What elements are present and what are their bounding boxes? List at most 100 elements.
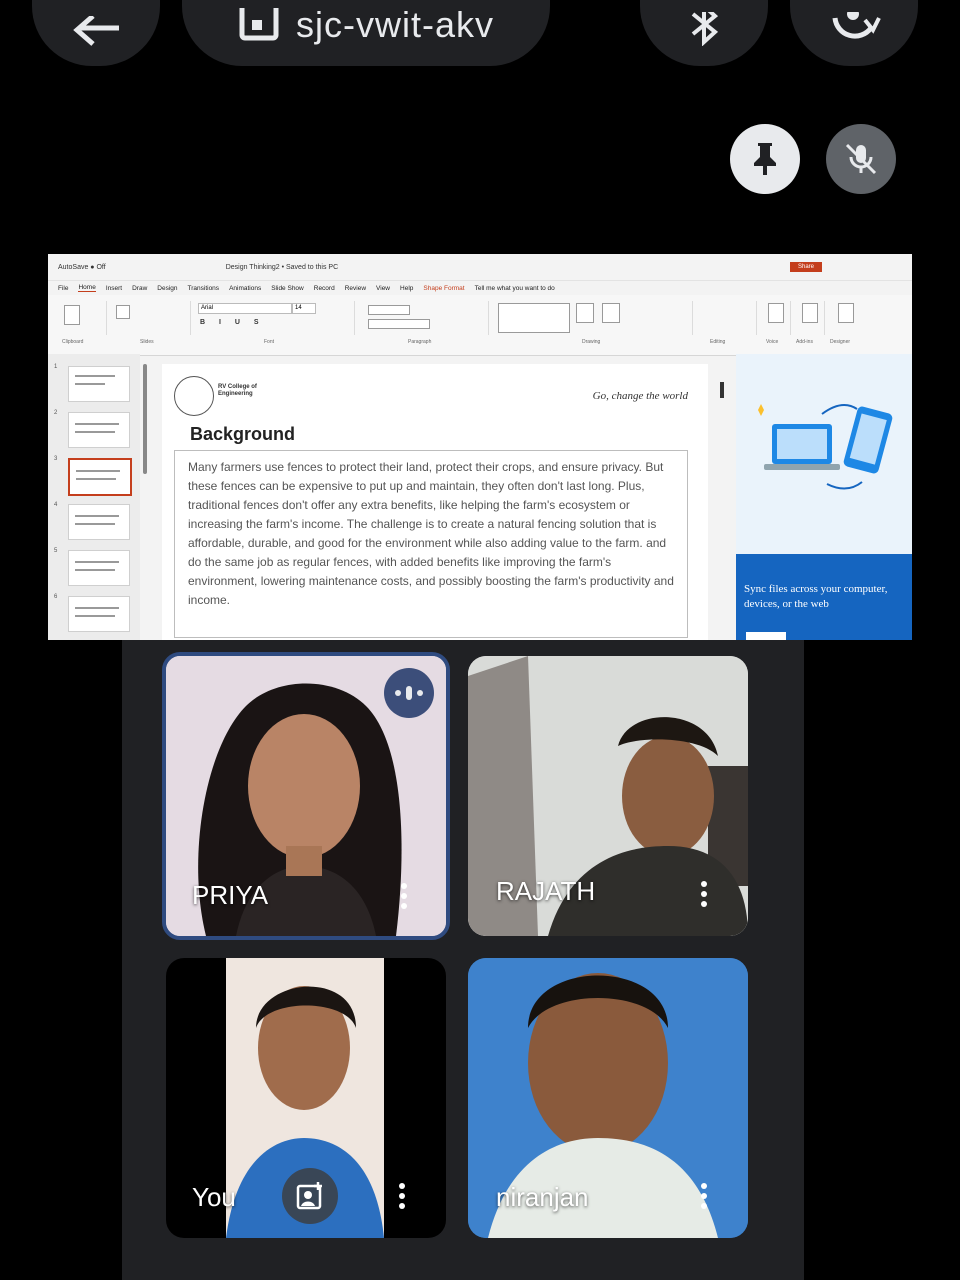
participant-name: You <box>192 1182 236 1212</box>
slide-thumbnail[interactable] <box>68 504 130 540</box>
menu-design[interactable]: Design <box>157 285 177 292</box>
meeting-code-pill[interactable]: sjc-vwit-akv <box>182 0 550 66</box>
ppt-ribbon: Clipboard Slides Arial 14 B I U S Font P… <box>48 295 912 356</box>
arrange-icon[interactable] <box>576 303 594 323</box>
new-slide-icon[interactable] <box>116 305 130 319</box>
slide-body-text[interactable]: Many farmers use fences to protect their… <box>188 458 682 610</box>
ribbon-label-addins: Add-ins <box>796 339 813 345</box>
ribbon-label-clipboard: Clipboard <box>62 339 84 345</box>
participant-name: RAJATH <box>496 876 596 906</box>
slide-thumbnail-selected[interactable] <box>68 458 132 496</box>
font-format-buttons[interactable]: B I U S <box>200 319 265 326</box>
list-buttons[interactable] <box>368 305 410 315</box>
ribbon-group-editing: Editing <box>696 301 757 345</box>
menu-animations[interactable]: Animations <box>229 285 261 292</box>
sync-devices-illustration <box>758 404 893 490</box>
slide-heading[interactable]: Background <box>190 424 295 445</box>
thumbnail-scrollbar[interactable] <box>143 364 147 474</box>
ppt-menu-bar: File Home Insert Draw Design Transitions… <box>48 281 912 295</box>
font-name-box[interactable]: Arial <box>198 303 292 314</box>
slide-canvas[interactable]: RV College of Engineering Go, change the… <box>162 364 708 640</box>
ribbon-group-addins: Add-ins <box>794 301 825 345</box>
slide-number: 6 <box>54 594 58 600</box>
mic-off-icon <box>845 143 877 175</box>
participant-name: PRIYA <box>192 880 269 910</box>
slide-thumbnail[interactable] <box>68 550 130 586</box>
promo-banner: Sync files across your computer, devices… <box>736 554 912 640</box>
top-bar: sjc-vwit-akv <box>0 0 960 90</box>
college-motto: Go, change the world <box>592 390 688 402</box>
slide-thumbnails: 1 2 3 4 5 6 <box>48 354 140 640</box>
menu-insert[interactable]: Insert <box>106 285 122 292</box>
shapes-gallery[interactable] <box>498 303 570 333</box>
addins-icon[interactable] <box>802 303 818 323</box>
more-options-button[interactable] <box>382 1176 422 1216</box>
promo-text: Sync files across your computer, devices… <box>744 583 888 610</box>
more-options-button[interactable] <box>384 876 424 916</box>
pin-button[interactable] <box>730 124 800 194</box>
slide-scrollbar[interactable] <box>720 382 724 398</box>
switch-camera-button[interactable] <box>790 0 918 66</box>
dictate-icon[interactable] <box>768 303 784 323</box>
ribbon-label-designer: Designer <box>830 339 851 345</box>
meeting-info-icon <box>239 8 279 41</box>
ribbon-group-drawing: Drawing <box>492 301 693 345</box>
ribbon-label-paragraph: Paragraph <box>408 339 432 345</box>
participant-name: niranjan <box>496 1182 589 1212</box>
back-button[interactable] <box>32 0 160 66</box>
slide-thumbnail[interactable] <box>68 412 130 448</box>
slide-number: 2 <box>54 410 58 416</box>
ribbon-group-voice: Voice <box>760 301 791 345</box>
menu-review[interactable]: Review <box>345 285 366 292</box>
slide-number: 3 <box>54 456 58 462</box>
ribbon-group-slides: Slides <box>110 301 191 345</box>
participant-tile-self[interactable]: You <box>166 958 446 1238</box>
mute-indicator <box>826 124 896 194</box>
slide-thumbnail[interactable] <box>68 366 130 402</box>
menu-file[interactable]: File <box>58 285 68 292</box>
ribbon-group-paragraph: Paragraph <box>358 301 489 345</box>
powerpoint-window: AutoSave ● Off Design Thinking2 • Saved … <box>48 254 912 640</box>
tell-me-search[interactable]: Tell me what you want to do <box>475 285 555 292</box>
menu-draw[interactable]: Draw <box>132 285 147 292</box>
slide-number: 5 <box>54 548 58 554</box>
visual-effects-button[interactable] <box>282 1168 338 1224</box>
participant-tile-priya[interactable]: PRIYA <box>162 652 450 940</box>
more-options-button[interactable] <box>684 1176 724 1216</box>
visual-effects-icon <box>296 1182 322 1210</box>
menu-view[interactable]: View <box>376 285 390 292</box>
font-size-box[interactable]: 14 <box>292 303 316 314</box>
college-name: RV College of Engineering <box>218 384 257 397</box>
switch-camera-icon <box>832 12 881 39</box>
back-arrow-icon <box>73 16 119 46</box>
meeting-code: sjc-vwit-akv <box>296 4 494 45</box>
designer-icon[interactable] <box>838 303 854 323</box>
ppt-title-bar: AutoSave ● Off Design Thinking2 • Saved … <box>48 254 912 281</box>
more-options-button[interactable] <box>684 874 724 914</box>
quick-styles-icon[interactable] <box>602 303 620 323</box>
participant-tile-niranjan[interactable]: niranjan <box>468 958 748 1238</box>
college-logo <box>174 376 214 416</box>
audio-output-button[interactable] <box>640 0 768 66</box>
menu-record[interactable]: Record <box>314 285 335 292</box>
ribbon-label-font: Font <box>264 339 275 345</box>
participant-tile-rajath[interactable]: RAJATH <box>468 656 748 936</box>
slide-thumbnail[interactable] <box>68 596 130 632</box>
menu-help[interactable]: Help <box>400 285 413 292</box>
ribbon-group-font: Arial 14 B I U S Font <box>194 301 355 345</box>
align-buttons[interactable] <box>368 319 430 329</box>
paste-icon[interactable] <box>64 305 80 325</box>
ppt-share-button[interactable]: Share <box>789 262 822 272</box>
menu-transitions[interactable]: Transitions <box>188 285 220 292</box>
promo-button[interactable] <box>746 632 786 640</box>
menu-home[interactable]: Home <box>78 284 96 292</box>
slide-number: 4 <box>54 502 58 508</box>
ribbon-label-slides: Slides <box>140 339 154 345</box>
ribbon-label-editing: Editing <box>710 339 726 345</box>
menu-slide-show[interactable]: Slide Show <box>271 285 304 292</box>
ribbon-group-clipboard: Clipboard <box>56 301 107 345</box>
menu-shape-format[interactable]: Shape Format <box>423 285 464 292</box>
pin-icon <box>754 143 776 175</box>
onedrive-promo-pane: Sync files across your computer, devices… <box>736 354 912 640</box>
ribbon-group-designer: Designer <box>828 301 862 345</box>
